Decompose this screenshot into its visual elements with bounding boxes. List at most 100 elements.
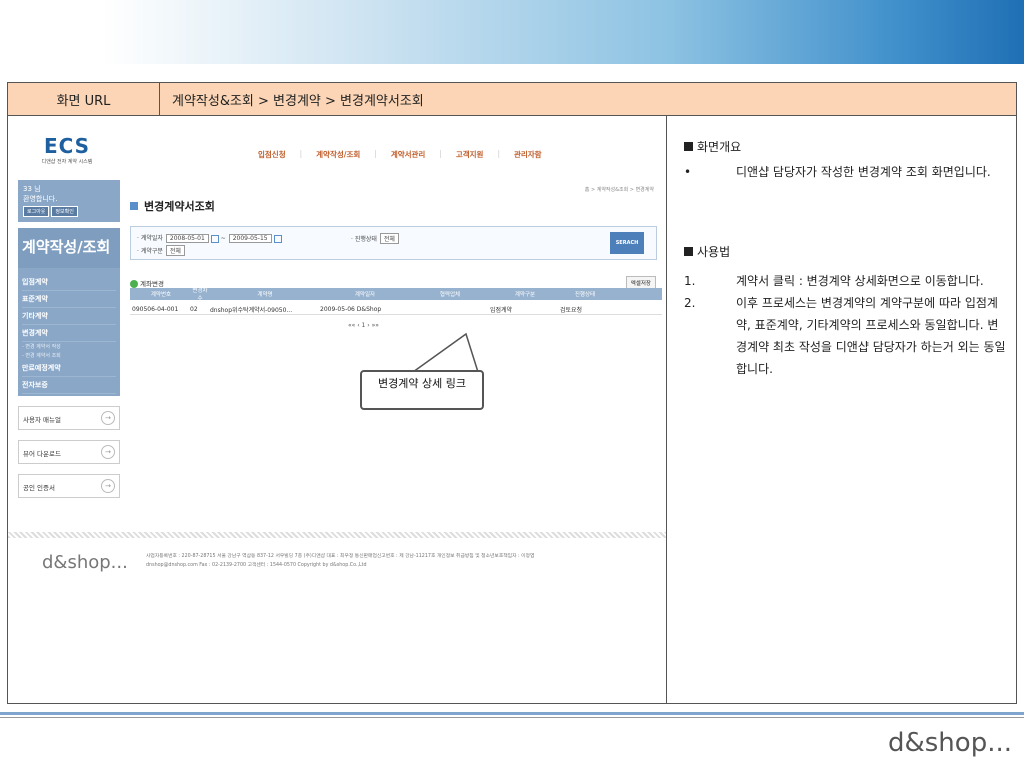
sidebar-item-standard[interactable]: 표준계약	[22, 291, 116, 308]
calendar-icon[interactable]	[210, 234, 219, 243]
sidebar-sub-view[interactable]: - 변경 계약서 조회	[22, 351, 116, 360]
date-row: · 계약일자 2008-05-01 ~2009-05-15	[137, 233, 282, 243]
sidebar-item-store[interactable]: 입점계약	[22, 274, 116, 291]
square-bullet-icon	[684, 142, 693, 151]
cell-date: 2009-05-06 D&Shop	[320, 306, 410, 313]
nav-item-manage[interactable]: 계약서관리	[391, 149, 426, 160]
type-row: · 계약구분 전체	[137, 245, 185, 256]
list-header: 계좌변경	[130, 278, 164, 288]
description-panel: 화면개요 • 디앤샵 담당자가 작성한 변경계약 조회 화면입니다. 사용법 1.…	[668, 116, 1016, 703]
sidebar-item-etc[interactable]: 기타계약	[22, 308, 116, 325]
spec-frame: 화면 URL 계약작성&조회 > 변경계약 > 변경계약서조회 ECS 디앤샵 …	[7, 82, 1017, 704]
nav-item-contract[interactable]: 계약작성/조회	[316, 149, 360, 160]
logo-text: ECS	[43, 134, 91, 158]
ecs-logo[interactable]: ECS 디앤샵 전자 계약 시스템	[32, 134, 102, 165]
nav-separator: |	[374, 149, 377, 158]
url-row: 화면 URL 계약작성&조회 > 변경계약 > 변경계약서조회	[8, 83, 1016, 116]
status-row: · 진행상태 전체	[351, 233, 399, 244]
col-partner: 협력업체	[439, 292, 461, 298]
cell-revision: 02	[190, 305, 198, 313]
col-contract-no: 계약번호	[150, 292, 172, 298]
slide: 화면 URL 계약작성&조회 > 변경계약 > 변경계약서조회 ECS 디앤샵 …	[0, 0, 1024, 768]
item-number: 2.	[684, 296, 696, 310]
global-nav: 입점신청 | 계약작성/조회 | 계약서관리 | 고객지원 | 관리자함	[258, 149, 556, 160]
info-button[interactable]: 정보확인	[51, 206, 78, 217]
arrow-right-icon: →	[101, 445, 115, 459]
usage-item-1: 1. 계약서 클릭 : 변경계약 상세화면으로 이동합니다.	[684, 270, 1008, 292]
cell-type: 입점계약	[490, 306, 513, 314]
item-number: 1.	[684, 274, 696, 288]
date-tilde: ~	[220, 235, 226, 242]
page-title: 변경계약서조회	[130, 198, 215, 214]
bottom-band	[0, 712, 1024, 718]
col-date: 계약일자	[354, 292, 376, 298]
logout-button[interactable]: 로그아웃	[23, 206, 50, 217]
breadcrumb: 홈 > 계약작성&조회 > 변경계약	[584, 187, 654, 193]
col-name: 계약명	[257, 292, 273, 298]
footer-line-1: 사업자등록번호 : 220-87-28715 서울 강남구 역삼동 837-12…	[146, 554, 535, 559]
calendar-icon[interactable]	[273, 234, 282, 243]
nav-item-admin[interactable]: 관리자함	[514, 149, 542, 160]
nav-item-apply[interactable]: 입점신청	[258, 149, 286, 160]
sidebar: 33 님 환영합니다. 로그아웃 정보확인 계약작성/조회 입점계약 표준계약 기…	[18, 180, 120, 498]
pagination[interactable]: «« ‹ 1 › »»	[348, 322, 379, 329]
overview-item: • 디앤샵 담당자가 작성한 변경계약 조회 화면입니다.	[684, 165, 1008, 179]
certificate-label: 공인 인증서	[23, 484, 55, 492]
bullet: •	[684, 165, 692, 179]
arrow-right-icon: →	[101, 479, 115, 493]
cell-contract-no: 090506-04-001	[132, 305, 179, 313]
usage-text-2: 이후 프로세스는 변경계약의 계약구분에 따라 입점계약, 표준계약, 기타계약…	[736, 296, 1006, 376]
viewer-download-link[interactable]: 뷰어 다운로드 →	[18, 440, 120, 464]
url-path: 계약작성&조회 > 변경계약 > 변경계약서조회	[172, 93, 424, 109]
welcome-box: 33 님 환영합니다. 로그아웃 정보확인	[18, 180, 120, 222]
type-label: · 계약구분	[137, 248, 163, 255]
date-label: · 계약일자	[137, 235, 163, 242]
date-from-input[interactable]: 2008-05-01	[165, 234, 209, 243]
title-bullet-icon	[130, 202, 138, 210]
footer-line-2: dnshop@dnshop.com Fax : 02-2139-2700 고객센…	[146, 563, 367, 568]
date-to-input[interactable]: 2009-05-15	[228, 234, 272, 243]
nav-separator: |	[497, 149, 500, 158]
table-row[interactable]: 090506-04-001 02 dnshop위수탁계약서-09050... 2…	[130, 304, 662, 315]
col-type: 계약구분	[514, 292, 536, 298]
nav-separator: |	[439, 149, 442, 158]
manual-label: 사용자 매뉴얼	[23, 416, 61, 424]
cell-date-value: 2009-05-06	[320, 305, 355, 313]
callout-box: 변경계약 상세 링크	[360, 370, 484, 410]
sidebar-sub-create[interactable]: - 변경 계약서 작성	[22, 342, 116, 351]
search-button[interactable]: SERACH	[610, 232, 644, 254]
contract-link[interactable]: dnshop위수탁계약서-09050...	[210, 305, 320, 314]
arrow-right-icon: →	[101, 411, 115, 425]
footer-stripe	[8, 532, 666, 538]
type-select[interactable]: 전체	[165, 245, 185, 256]
usage-title: 사용법	[697, 245, 731, 259]
logo-subtitle: 디앤샵 전자 계약 시스템	[41, 159, 93, 165]
footer-text: 사업자등록번호 : 220-87-28715 서울 강남구 역삼동 837-12…	[146, 552, 534, 570]
nav-item-support[interactable]: 고객지원	[456, 149, 484, 160]
sidebar-menu: 입점계약 표준계약 기타계약 변경계약 - 변경 계약서 작성 - 변경 계약서…	[18, 268, 120, 396]
section-overview: 화면개요	[684, 138, 1008, 155]
user-name: 33 님	[23, 185, 41, 193]
overview-title: 화면개요	[697, 140, 742, 154]
status-select[interactable]: 전체	[379, 233, 399, 244]
status-label: · 진행상태	[351, 236, 377, 243]
top-gradient-band	[0, 0, 1024, 64]
cell-partner: D&Shop	[356, 305, 382, 313]
sidebar-item-expiring[interactable]: 만료예정계약	[22, 360, 116, 377]
col-status: 진행상태	[574, 292, 596, 298]
section-usage: 사용법	[684, 243, 1008, 260]
viewer-label: 뷰어 다운로드	[23, 450, 61, 458]
table-header: 계약번호 변경차수 계약명 계약일자 협력업체 계약구분 진행상태	[130, 288, 662, 302]
usage-item-2: 2. 이후 프로세스는 변경계약의 계약구분에 따라 입점계약, 표준계약, 기타…	[684, 292, 1008, 380]
sidebar-item-guarantee[interactable]: 전자보증	[22, 377, 116, 394]
certificate-link[interactable]: 공인 인증서 →	[18, 474, 120, 498]
url-label: 화면 URL	[8, 83, 160, 115]
welcome-text: 환영합니다.	[23, 195, 58, 203]
page-title-text: 변경계약서조회	[144, 200, 215, 213]
sidebar-item-change[interactable]: 변경계약	[22, 325, 116, 342]
cell-status: 검토요청	[560, 306, 583, 314]
search-panel: · 계약일자 2008-05-01 ~2009-05-15 · 계약구분 전체 · …	[130, 226, 657, 260]
overview-text: 디앤샵 담당자가 작성한 변경계약 조회 화면입니다.	[736, 165, 991, 179]
manual-link[interactable]: 사용자 매뉴얼 →	[18, 406, 120, 430]
footer-logo: d&shop...	[42, 552, 128, 573]
